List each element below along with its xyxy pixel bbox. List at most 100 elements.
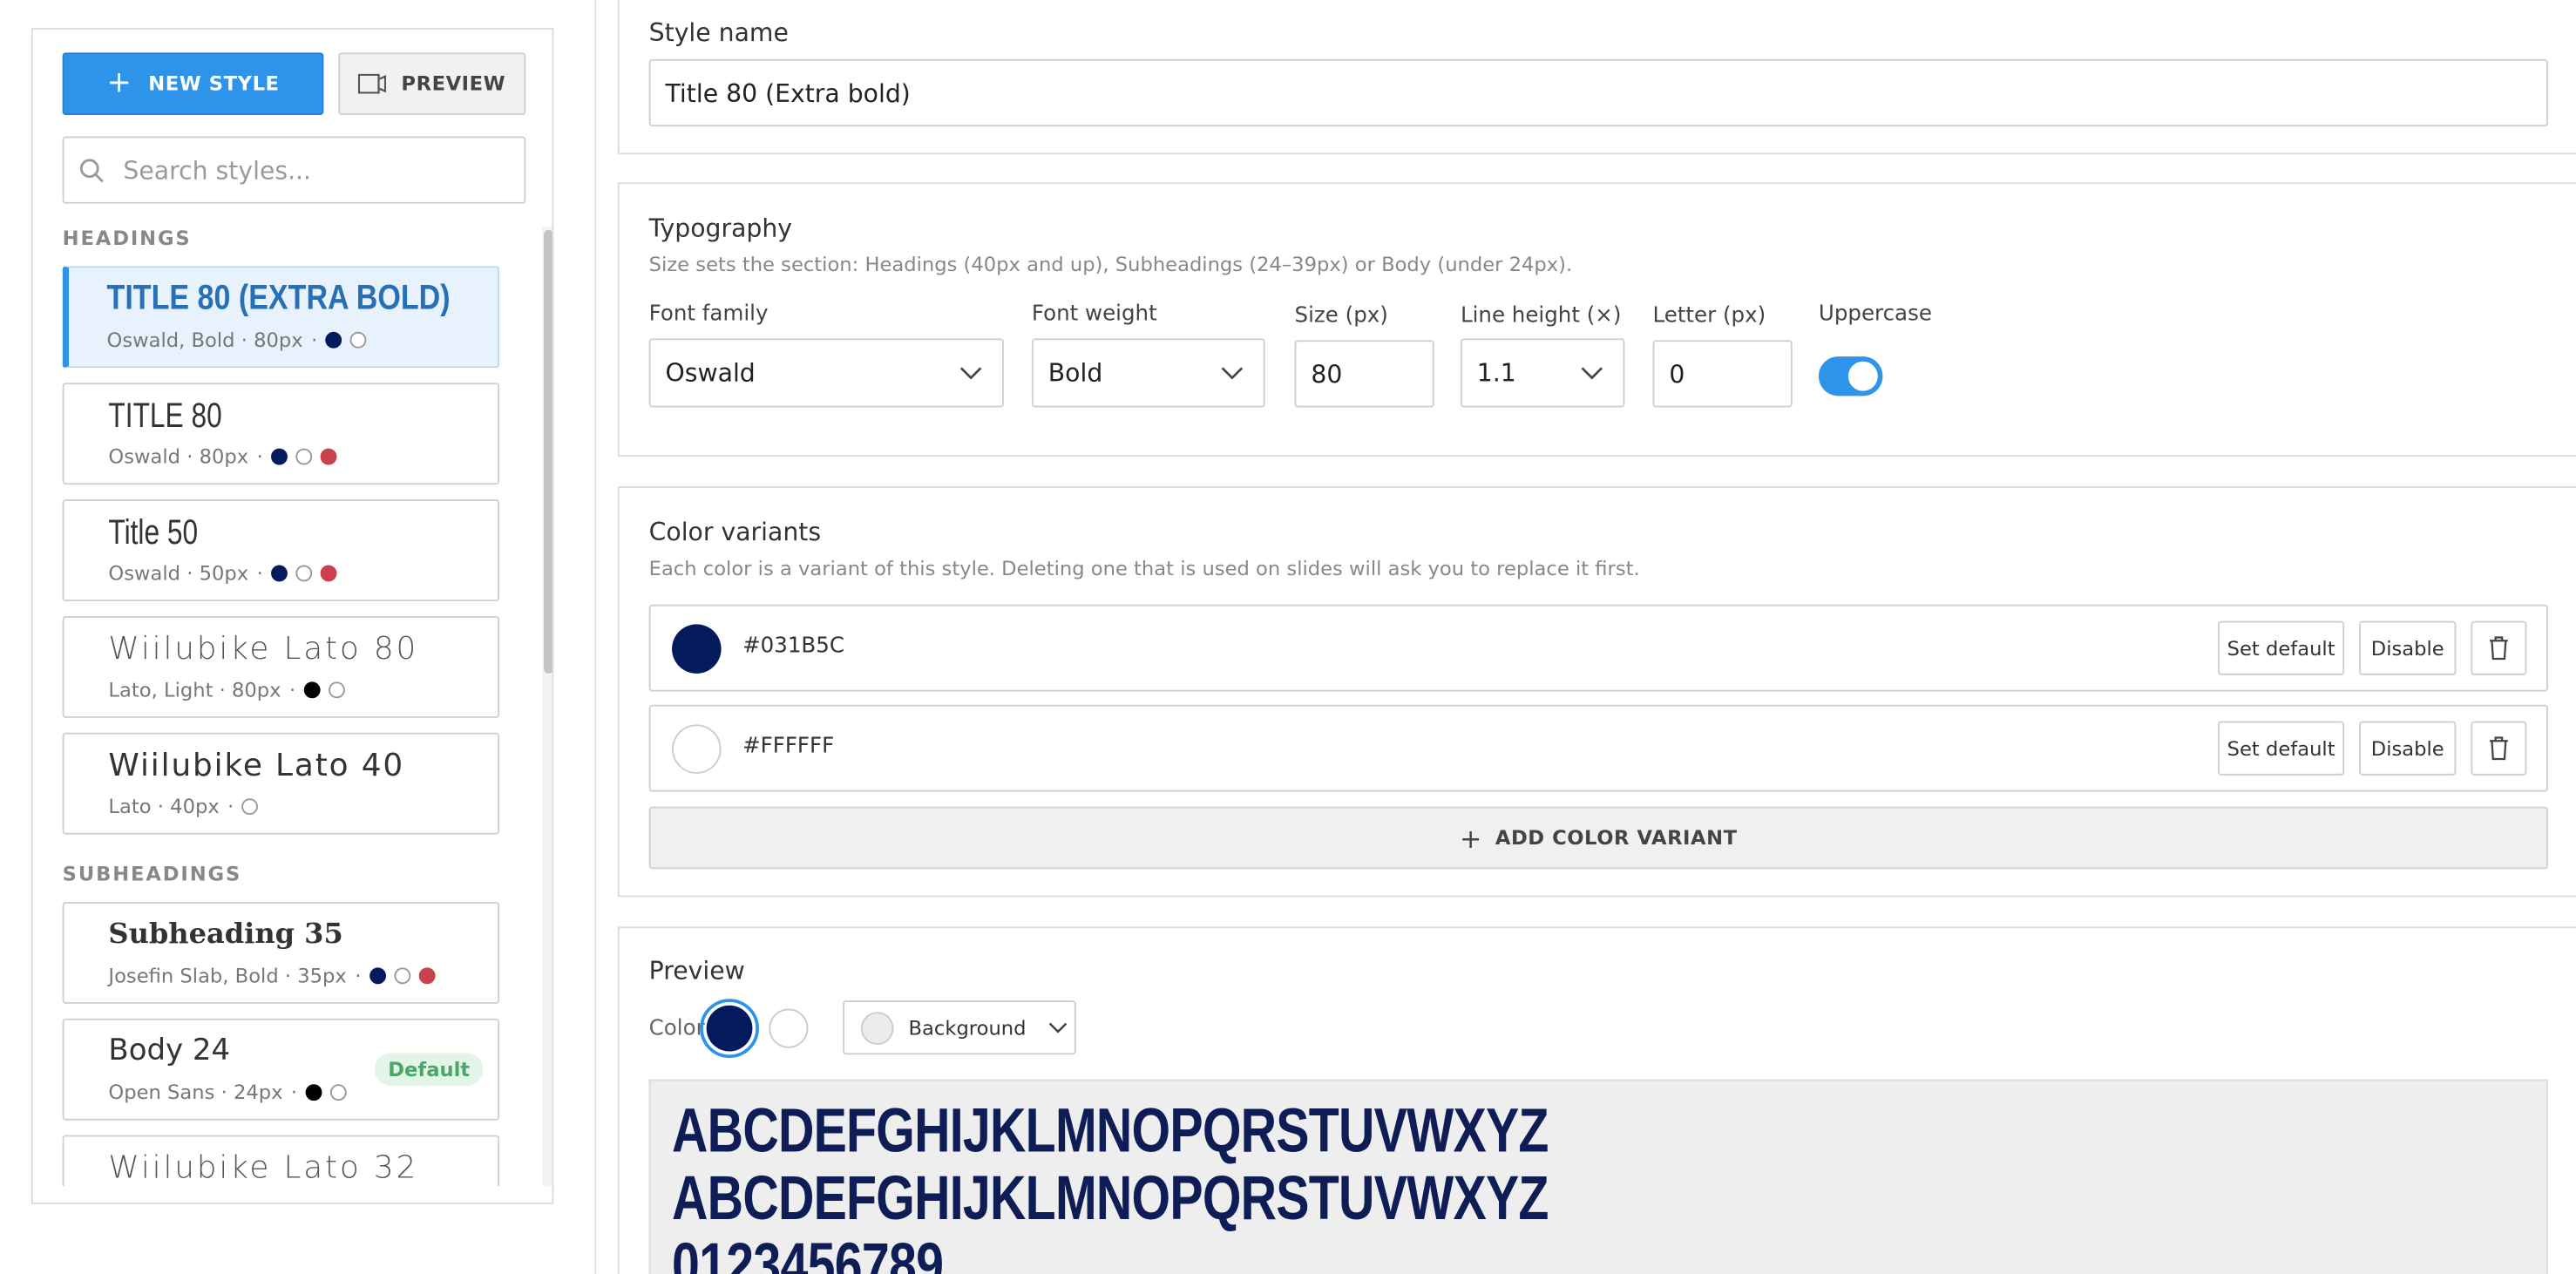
style-item-subheading-35[interactable]: Subheading 35 Josefin Slab, Bold · 35px … <box>62 901 500 1004</box>
add-color-variant-button[interactable]: + ADD COLOR VARIANT <box>648 806 2548 870</box>
background-select[interactable]: Background <box>843 1000 1076 1055</box>
letter-spacing-value: 0 <box>1669 358 1685 389</box>
style-item-title: TITLE 80 (EXTRA BOLD) <box>106 279 451 317</box>
style-item-wiilubike-lato-40[interactable]: Wiilubike Lato 40 Lato · 40px · <box>62 732 500 835</box>
style-name-input[interactable]: Title 80 (Extra bold) <box>648 58 2548 127</box>
color-dot <box>394 967 411 985</box>
color-dot <box>349 331 367 349</box>
color-dot <box>271 448 288 465</box>
style-item-title-80[interactable]: TITLE 80 Oswald · 80px · <box>62 383 500 485</box>
color-dot <box>320 565 337 582</box>
meta-separator: · <box>355 964 362 988</box>
preview-canvas: ABCDEFGHIJKLMNOPQRSTUVWXYZ ABCDEFGHIJKLM… <box>648 1079 2548 1274</box>
preview-color-label: Color <box>648 1016 705 1042</box>
chevron-down-icon <box>1048 1022 1067 1033</box>
color-dot <box>303 681 321 699</box>
style-item-title: Subheading 35 <box>108 918 343 952</box>
disable-button[interactable]: Disable <box>2359 620 2457 675</box>
preview-line: ABCDEFGHIJKLMNOPQRSTUVWXYZ <box>672 1164 1549 1234</box>
color-dot <box>241 798 259 816</box>
font-family-select[interactable]: Oswald <box>648 338 1004 408</box>
style-name-value: Title 80 (Extra bold) <box>665 78 911 108</box>
font-weight-select[interactable]: Bold <box>1031 338 1265 408</box>
color-dot <box>305 1084 322 1101</box>
style-name-label: Style name <box>648 17 789 48</box>
preview-color-white[interactable] <box>769 1008 809 1048</box>
trash-icon <box>2490 636 2508 661</box>
color-dot <box>271 565 288 582</box>
preview-line: ABCDEFGHIJKLMNOPQRSTUVWXYZ <box>672 1097 1549 1167</box>
preview-panel: Preview Color Background ABCDEFGHIJKLMNO… <box>617 926 2576 1274</box>
chevron-down-icon <box>1581 367 1603 380</box>
style-item-title: Wiilubike Lato 40 <box>108 747 405 784</box>
delete-button[interactable] <box>2471 721 2527 776</box>
background-label: Background <box>908 1015 1027 1040</box>
style-name-panel: Style name Title 80 (Extra bold) <box>617 0 2576 155</box>
style-item-meta: Oswald, Bold · 80px · <box>107 329 367 351</box>
style-list: HEADINGS TITLE 80 (EXTRA BOLD) Oswald, B… <box>33 213 526 1187</box>
style-item-wiilubike-lato-32[interactable]: Wiilubike Lato 32 <box>62 1135 500 1187</box>
uppercase-toggle[interactable] <box>1818 356 1883 396</box>
style-list-scrollbar[interactable] <box>542 227 552 1187</box>
style-item-wiilubike-lato-80[interactable]: Wiilubike Lato 80 Lato, Light · 80px · <box>62 615 500 718</box>
style-item-meta-text: Josefin Slab, Bold · 35px <box>108 964 347 988</box>
line-height-value: 1.1 <box>1476 357 1516 388</box>
preview-color-navy[interactable] <box>700 999 759 1059</box>
search-input[interactable] <box>123 155 485 186</box>
style-item-meta-text: Oswald · 80px <box>108 444 249 469</box>
style-item-title-80-extra-bold[interactable]: TITLE 80 (EXTRA BOLD) Oswald, Bold · 80p… <box>62 266 500 369</box>
font-family-value: Oswald <box>665 357 756 388</box>
typography-panel: Typography Size sets the section: Headin… <box>617 182 2576 457</box>
style-item-title-50[interactable]: Title 50 Oswald · 50px · <box>62 499 500 601</box>
font-weight-label: Font weight <box>1031 302 1157 328</box>
style-item-meta: Oswald · 50px · <box>108 561 337 586</box>
color-variants-title: Color variants <box>648 517 822 547</box>
color-dot <box>328 681 345 699</box>
style-item-meta: Josefin Slab, Bold · 35px · <box>108 964 436 988</box>
uppercase-label: Uppercase <box>1818 302 1932 328</box>
search-box[interactable] <box>62 136 526 204</box>
line-height-select[interactable]: 1.1 <box>1460 338 1625 408</box>
color-hex: #031B5C <box>742 634 844 659</box>
color-dot <box>295 448 313 465</box>
preview-title: Preview <box>648 956 745 986</box>
color-dot <box>369 967 386 985</box>
meta-separator: · <box>288 678 296 701</box>
style-item-title: Title 50 <box>108 514 199 552</box>
style-item-meta-text: Lato · 40px <box>108 795 220 818</box>
meta-separator: · <box>227 795 234 818</box>
style-item-title: Wiilubike Lato 32 <box>108 1149 419 1187</box>
set-default-button[interactable]: Set default <box>2218 721 2345 776</box>
disable-button[interactable]: Disable <box>2359 721 2457 776</box>
size-input[interactable]: 80 <box>1294 340 1434 408</box>
color-dot <box>325 331 342 349</box>
color-dot <box>295 565 313 582</box>
color-swatch[interactable] <box>672 724 722 774</box>
preview-label: PREVIEW <box>401 71 506 96</box>
color-swatch[interactable] <box>672 624 722 674</box>
new-style-button[interactable]: + NEW STYLE <box>62 52 324 115</box>
style-item-body-24[interactable]: Body 24 Open Sans · 24px · Default <box>62 1018 500 1121</box>
preview-button[interactable]: PREVIEW <box>338 52 526 115</box>
search-icon <box>79 158 104 182</box>
style-item-meta: Lato, Light · 80px · <box>108 678 345 701</box>
meta-separator: · <box>311 329 318 352</box>
chevron-down-icon <box>959 367 982 380</box>
style-item-meta-text: Lato, Light · 80px <box>108 678 281 701</box>
set-default-button[interactable]: Set default <box>2218 620 2345 675</box>
line-height-label: Line height (×) <box>1460 303 1622 329</box>
letter-spacing-input[interactable]: 0 <box>1652 340 1793 408</box>
subheadings-section-label: SUBHEADINGS <box>62 862 242 886</box>
style-item-meta: Lato · 40px · <box>108 795 259 818</box>
meta-separator: · <box>290 1081 298 1104</box>
style-item-meta-text: Oswald, Bold · 80px <box>106 329 303 352</box>
color-dot <box>329 1084 347 1101</box>
add-color-variant-label: ADD COLOR VARIANT <box>1495 826 1738 850</box>
letter-spacing-label: Letter (px) <box>1652 303 1766 329</box>
color-hex: #FFFFFF <box>742 734 835 759</box>
default-badge: Default <box>375 1053 484 1087</box>
background-swatch <box>860 1011 894 1045</box>
delete-button[interactable] <box>2471 620 2527 675</box>
meta-separator: · <box>256 561 263 586</box>
scrollbar-thumb[interactable] <box>544 229 552 674</box>
